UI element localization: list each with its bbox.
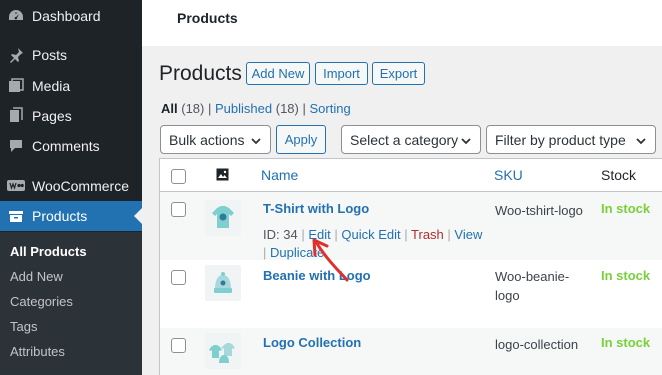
table-row[interactable]: T-Shirt with Logo ID: 34 | Edit | Quick … — [160, 192, 662, 260]
import-button[interactable]: Import — [315, 62, 368, 85]
products-submenu: All Products Add New Categories Tags Att… — [0, 232, 142, 375]
submenu-categories[interactable]: Categories — [10, 294, 73, 309]
woocommerce-icon — [6, 176, 26, 196]
submenu-all-products[interactable]: All Products — [10, 244, 87, 259]
tshirt-icon — [212, 206, 234, 228]
filter-separator: | — [208, 101, 212, 116]
stock-status: In stock — [601, 268, 651, 283]
trash-link[interactable]: Trash — [411, 227, 444, 242]
product-type-select[interactable]: Filter by product type — [486, 125, 656, 154]
filter-all[interactable]: All (18) — [161, 101, 204, 116]
top-bar: Products — [142, 0, 662, 46]
product-thumbnail[interactable] — [205, 333, 241, 369]
page-title: Products — [159, 62, 242, 85]
sidebar-item-products[interactable]: Products — [0, 201, 142, 231]
sidebar-item-media[interactable]: Media — [0, 71, 142, 101]
export-button[interactable]: Export — [372, 62, 425, 85]
product-sku: logo-collection — [495, 337, 579, 352]
sidebar-item-label: Comments — [32, 138, 100, 154]
annotation-arrow-icon — [312, 238, 349, 282]
add-new-button[interactable]: Add New — [246, 62, 310, 85]
image-icon — [216, 168, 229, 184]
bulk-actions-value: Bulk actions — [169, 131, 245, 148]
table-row[interactable]: Beanie with Logo Woo-beanie- logo In sto… — [160, 260, 662, 328]
stock-status: In stock — [601, 201, 651, 216]
apply-button[interactable]: Apply — [276, 125, 326, 154]
row-checkbox[interactable] — [171, 202, 186, 217]
select-all-checkbox[interactable] — [171, 169, 186, 184]
category-select[interactable]: Select a category — [341, 125, 481, 154]
sidebar-item-label: Products — [32, 208, 88, 224]
action-separator: | — [404, 227, 408, 242]
submenu-attributes[interactable]: Attributes — [10, 344, 65, 359]
column-stock: Stock — [601, 167, 637, 183]
stock-status: In stock — [601, 335, 651, 350]
submenu-add-new[interactable]: Add New — [10, 269, 63, 284]
sidebar-item-label: Posts — [32, 47, 68, 63]
table-header: Name SKU Stock — [160, 159, 662, 192]
status-filters: All (18) | Published (18) | Sorting — [161, 101, 351, 116]
product-name-link[interactable]: Logo Collection — [263, 335, 361, 350]
sidebar-item-pages[interactable]: Pages — [0, 101, 142, 131]
view-link[interactable]: View — [454, 227, 482, 242]
beanie-icon — [214, 272, 232, 293]
chevron-down-icon — [635, 134, 647, 150]
chevron-down-icon — [250, 134, 262, 150]
product-sku: Woo-beanie- logo — [495, 267, 569, 305]
filter-separator: | — [302, 101, 306, 116]
dashboard-icon — [6, 6, 26, 26]
row-checkbox[interactable] — [171, 338, 186, 353]
sku-line: Woo-beanie- — [495, 269, 570, 284]
column-name[interactable]: Name — [261, 167, 298, 183]
sidebar-item-dashboard[interactable]: Dashboard — [0, 1, 142, 31]
product-thumbnail[interactable] — [205, 265, 241, 301]
pages-icon — [6, 106, 26, 126]
product-name-link[interactable]: T-Shirt with Logo — [263, 201, 369, 216]
sidebar-item-woocommerce[interactable]: WooCommerce — [0, 171, 142, 201]
top-bar-title: Products — [177, 10, 238, 26]
filter-published[interactable]: Published (18) — [215, 101, 299, 116]
comment-icon — [6, 136, 26, 156]
sidebar-item-posts[interactable]: Posts — [0, 40, 142, 70]
sidebar-item-label: WooCommerce — [32, 178, 129, 194]
product-id: ID: 34 — [263, 227, 298, 242]
column-sku[interactable]: SKU — [494, 167, 523, 183]
action-separator: | — [263, 245, 267, 260]
row-checkbox[interactable] — [171, 270, 186, 285]
category-value: Select a category — [350, 131, 459, 148]
table-row[interactable]: Logo Collection logo-collection In stock — [160, 328, 662, 375]
chevron-down-icon — [460, 134, 472, 150]
products-icon — [6, 206, 26, 226]
collection-icon — [209, 343, 235, 363]
media-icon — [6, 76, 26, 96]
product-sku: Woo-tshirt-logo — [495, 203, 583, 218]
product-type-value: Filter by product type — [495, 131, 626, 148]
bulk-actions-select[interactable]: Bulk actions — [160, 125, 271, 154]
sidebar-item-label: Pages — [32, 108, 72, 124]
action-separator: | — [447, 227, 451, 242]
sidebar-item-label: Dashboard — [32, 8, 101, 24]
sidebar-item-label: Media — [32, 78, 71, 94]
pushpin-icon — [6, 45, 26, 65]
products-table: Name SKU Stock T-Shirt with Logo ID: 34 … — [159, 158, 662, 375]
product-thumbnail[interactable] — [205, 200, 241, 236]
sidebar-item-comments[interactable]: Comments — [0, 131, 142, 161]
admin-sidebar: Dashboard Posts Media Pages Comments Woo… — [0, 0, 142, 375]
submenu-tags[interactable]: Tags — [10, 319, 37, 334]
sku-line: logo — [495, 288, 520, 303]
filter-sorting[interactable]: Sorting — [310, 101, 351, 116]
